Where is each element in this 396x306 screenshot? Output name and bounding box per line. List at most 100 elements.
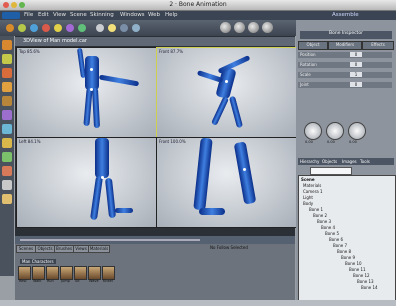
tab-materials[interactable]: Materials	[88, 245, 110, 253]
viewport-front-zoom[interactable]: Front 100.0%	[156, 137, 297, 228]
model-leg-right[interactable]	[228, 95, 244, 129]
zoom-tool-icon[interactable]	[2, 180, 12, 190]
tree-root[interactable]: Scene	[301, 177, 315, 182]
menu-file[interactable]: File	[24, 12, 33, 18]
pose-thumbnail[interactable]	[102, 266, 115, 280]
row-value[interactable]: 1	[350, 72, 362, 77]
tree-item[interactable]: Bone 12	[353, 273, 370, 278]
tree-item[interactable]: Light	[303, 195, 313, 200]
rotate-tool-icon[interactable]	[18, 24, 26, 32]
knife-tool-icon[interactable]	[2, 152, 12, 162]
model-leg-right[interactable]	[104, 177, 117, 219]
tree-item[interactable]: Bone 13	[357, 279, 374, 284]
model-leg-left[interactable]	[193, 138, 213, 211]
row-value[interactable]: 0	[350, 52, 362, 57]
pose-thumbnail[interactable]	[60, 266, 73, 280]
tree-item[interactable]: Bone 7	[333, 243, 347, 248]
light-tool-icon[interactable]	[108, 24, 116, 32]
menu-view[interactable]: View	[53, 12, 66, 18]
tree-item[interactable]: Bone 10	[345, 261, 362, 266]
tab-hier-objects[interactable]: Objects	[322, 159, 337, 164]
orbit-camera-icon[interactable]	[220, 22, 231, 33]
tree-item[interactable]: Bone 6	[329, 237, 343, 242]
pose-thumbnail[interactable]	[32, 266, 45, 280]
tab-scenes[interactable]: Scenes	[16, 245, 36, 253]
timeline-scrubber[interactable]	[20, 239, 200, 241]
bone-joint[interactable]	[225, 80, 228, 83]
tree-item[interactable]: Bone 2	[313, 213, 327, 218]
bone-joint[interactable]	[90, 88, 93, 91]
pose-thumbnail[interactable]	[88, 266, 101, 280]
tree-item[interactable]: Camera 1	[303, 189, 323, 194]
tab-object[interactable]: Object	[298, 41, 328, 50]
tab-tools[interactable]: Tools	[360, 159, 370, 164]
model-leg-left[interactable]	[89, 175, 104, 221]
menu-skinning[interactable]: Skinning	[90, 12, 114, 18]
render-tool-icon[interactable]	[96, 24, 104, 32]
rotation-dial-z[interactable]	[348, 122, 366, 140]
joint-tool-icon[interactable]	[66, 24, 74, 32]
translate-tool-icon[interactable]	[2, 54, 12, 64]
dolly-camera-icon[interactable]	[262, 22, 273, 33]
assemble-label[interactable]: Assemble	[332, 12, 359, 18]
tab-modifiers[interactable]: Modifiers	[328, 41, 362, 50]
scene-hierarchy-tree[interactable]: Scene Materials Camera 1 Light Body Bone…	[298, 175, 396, 305]
bone-joint[interactable]	[90, 68, 93, 71]
pen-tool-icon[interactable]	[2, 138, 12, 148]
viewport-front-selected[interactable]: Front 87.7%	[156, 47, 297, 138]
tree-item[interactable]: Body	[303, 201, 313, 206]
scale-tool-icon[interactable]	[30, 24, 38, 32]
bone-joint[interactable]	[243, 168, 246, 171]
tree-item[interactable]: Materials	[303, 183, 321, 188]
camera-tool-icon[interactable]	[120, 24, 128, 32]
row-value[interactable]: 0	[350, 62, 362, 67]
tree-item[interactable]: Bone 4	[321, 225, 335, 230]
tree-item[interactable]: Bone 5	[325, 231, 339, 236]
viewport-left[interactable]: Left 84.1%	[16, 137, 157, 228]
magnet-tool-icon[interactable]	[2, 110, 12, 120]
weight-tool-icon[interactable]	[2, 96, 12, 106]
select-tool-icon[interactable]	[42, 24, 50, 32]
lasso-tool-icon[interactable]	[2, 194, 12, 204]
row-value[interactable]: 0	[350, 82, 362, 87]
ik-tool-icon[interactable]	[2, 82, 12, 92]
tab-objects[interactable]: Objects	[35, 245, 55, 253]
model-body[interactable]	[95, 138, 109, 178]
model-leg-right[interactable]	[233, 141, 257, 205]
tree-item[interactable]: Bone 9	[341, 255, 355, 260]
menu-edit[interactable]: Edit	[38, 12, 49, 18]
rotation-dial-y[interactable]	[326, 122, 344, 140]
model-leg-right[interactable]	[91, 87, 101, 129]
hierarchy-filter-field[interactable]	[310, 167, 352, 175]
pose-thumbnail[interactable]	[74, 266, 87, 280]
tree-item[interactable]: Bone 1	[309, 207, 323, 212]
move-tool-icon[interactable]	[6, 24, 14, 32]
menu-web[interactable]: Web	[148, 12, 160, 18]
menu-help[interactable]: Help	[165, 12, 178, 18]
zoom-camera-icon[interactable]	[248, 22, 259, 33]
inspector-row[interactable]	[298, 72, 392, 78]
model-foot[interactable]	[199, 208, 225, 215]
bone-joint[interactable]	[101, 176, 104, 179]
tab-views[interactable]: Views	[73, 245, 89, 253]
arrow-tool-icon[interactable]	[2, 40, 12, 50]
model-foot[interactable]	[115, 208, 133, 213]
inspector-row[interactable]	[298, 82, 392, 88]
pose-thumbnail[interactable]	[46, 266, 59, 280]
model-leg-left[interactable]	[210, 96, 230, 126]
bone-tool-icon[interactable]	[54, 24, 62, 32]
rotate-bone-icon[interactable]	[2, 68, 12, 78]
menu-scene[interactable]: Scene	[70, 12, 87, 18]
hand-tool-icon[interactable]	[2, 166, 12, 176]
menu-windows[interactable]: Windows	[120, 12, 145, 18]
viewport-top[interactable]: Top 85.6%	[16, 47, 157, 138]
pose-thumbnail[interactable]	[18, 266, 31, 280]
pan-camera-icon[interactable]	[234, 22, 245, 33]
tree-item[interactable]: Bone 8	[337, 249, 351, 254]
paint-tool-icon[interactable]	[78, 24, 86, 32]
tab-effects[interactable]: Effects	[362, 41, 394, 50]
tree-item[interactable]: Bone 14	[361, 285, 378, 290]
grid-tool-icon[interactable]	[132, 24, 140, 32]
tab-hierarchy[interactable]: Hierarchy	[300, 159, 319, 164]
tab-brushes[interactable]: Brushes	[54, 245, 74, 253]
